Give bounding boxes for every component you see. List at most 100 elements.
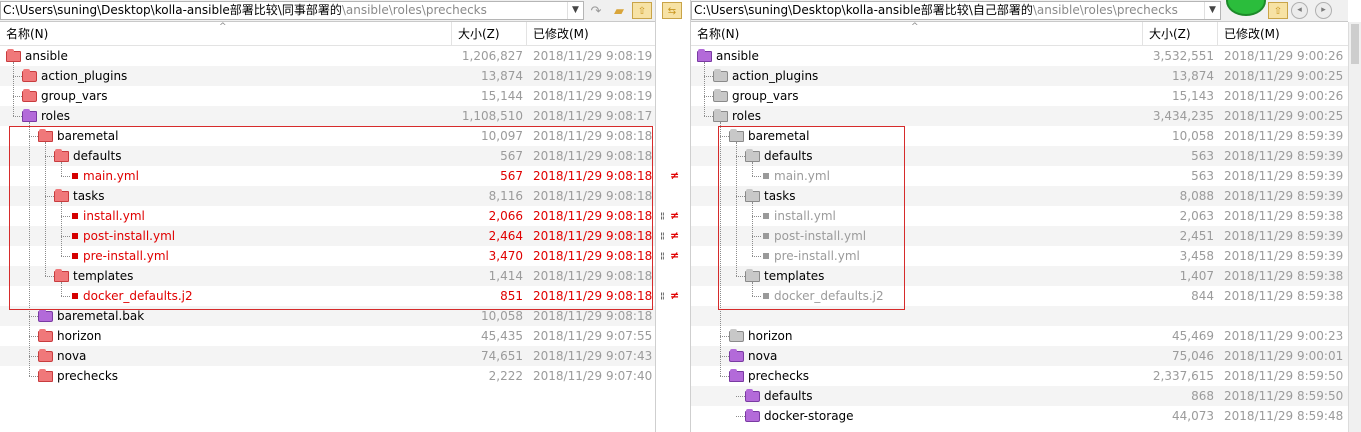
item-name-text: main.yml	[83, 169, 139, 183]
item-size: 3,434,235	[1152, 109, 1214, 123]
left-path-prefix: C:\Users\suning\Desktop\kolla-ansible部署比…	[3, 3, 342, 17]
difference-marker[interactable]: ¦¦ ≠	[656, 286, 690, 306]
file-row[interactable]: post-install.yml 2,451 2018/11/29 8:59:39	[691, 226, 1348, 246]
column-size[interactable]: 大小(Z)	[1143, 22, 1218, 46]
folder-row[interactable]: tasks 8,088 2018/11/29 8:59:39	[691, 186, 1348, 206]
folder-row[interactable]: prechecks 2,337,615 2018/11/29 8:59:50	[691, 366, 1348, 386]
item-size: 1,108,510	[461, 109, 523, 123]
folder-row[interactable]: defaults 563 2018/11/29 8:59:39	[691, 146, 1348, 166]
file-row[interactable]: docker_defaults.j2 844 2018/11/29 8:59:38	[691, 286, 1348, 306]
folder-open-icon	[729, 128, 744, 142]
column-modified[interactable]: 已修改(M)	[1218, 22, 1348, 46]
file-row[interactable]: install.yml 2,063 2018/11/29 8:59:38	[691, 206, 1348, 226]
item-name: docker_defaults.j2	[70, 286, 193, 306]
item-modified-date: 2018/11/29 9:08:18	[533, 209, 653, 223]
folder-up-icon[interactable]: ⇧	[632, 2, 652, 19]
right-folder-pane[interactable]: C:\Users\suning\Desktop\kolla-ansible部署比…	[691, 0, 1348, 432]
tree-connector	[29, 356, 38, 357]
file-icon	[763, 173, 769, 179]
chevron-down-icon[interactable]: ▼	[567, 2, 583, 19]
back-icon[interactable]: ◂	[1291, 2, 1308, 19]
folder-row[interactable]: group_vars 15,144 2018/11/29 9:08:19	[0, 86, 655, 106]
vertical-scrollbar[interactable]	[1348, 22, 1361, 432]
not-equal-icon: ≠	[670, 169, 680, 182]
file-row[interactable]: main.yml 563 2018/11/29 8:59:39	[691, 166, 1348, 186]
difference-marker[interactable]: ¦¦ ≠	[656, 206, 690, 226]
item-name: templates	[745, 266, 824, 286]
item-name-text: roles	[732, 109, 761, 123]
item-size: 10,097	[481, 129, 523, 143]
column-modified[interactable]: 已修改(M)	[527, 22, 655, 46]
column-size[interactable]: 大小(Z)	[452, 22, 527, 46]
folder-row[interactable]: ansible 1,206,827 2018/11/29 9:08:19	[0, 46, 655, 66]
item-modified-date: 2018/11/29 9:00:26	[1224, 49, 1344, 63]
item-modified-date: 2018/11/29 9:08:18	[533, 249, 653, 263]
file-row[interactable]: post-install.yml 2,464 2018/11/29 9:08:18	[0, 226, 655, 246]
item-name: horizon	[38, 326, 101, 346]
tree-connector	[61, 202, 62, 256]
folder-row[interactable]: baremetal 10,097 2018/11/29 9:08:18	[0, 126, 655, 146]
file-row[interactable]: main.yml 567 2018/11/29 9:08:18	[0, 166, 655, 186]
open-folder-icon[interactable]: ▰	[609, 2, 629, 19]
scrollbar-thumb[interactable]	[1351, 24, 1359, 64]
sync-arrow-icon[interactable]: ↷	[586, 2, 606, 19]
folder-icon	[38, 348, 53, 362]
file-row[interactable]: pre-install.yml 3,458 2018/11/29 8:59:39	[691, 246, 1348, 266]
item-name: group_vars	[22, 86, 108, 106]
left-path-bar: C:\Users\suning\Desktop\kolla-ansible部署比…	[0, 0, 655, 22]
forward-icon[interactable]: ▸	[1315, 2, 1332, 19]
folder-row[interactable]: action_plugins 13,874 2018/11/29 9:00:25	[691, 66, 1348, 86]
folder-row[interactable]: nova 74,651 2018/11/29 9:07:43	[0, 346, 655, 366]
file-icon	[72, 293, 78, 299]
folder-row[interactable]: ansible 3,532,551 2018/11/29 9:00:26	[691, 46, 1348, 66]
difference-marker[interactable]: ¦¦ ≠	[656, 246, 690, 266]
swap-panes-icon[interactable]: ⇆	[662, 2, 682, 19]
folder-row[interactable]: horizon 45,469 2018/11/29 9:00:23	[691, 326, 1348, 346]
folder-row[interactable]: defaults 567 2018/11/29 9:08:18	[0, 146, 655, 166]
folder-row[interactable]: roles 3,434,235 2018/11/29 9:00:25	[691, 106, 1348, 126]
folder-row[interactable]: defaults 868 2018/11/29 8:59:50	[691, 386, 1348, 406]
item-name: pre-install.yml	[70, 246, 169, 266]
item-size: 8,116	[488, 189, 523, 203]
folder-row[interactable]: templates 1,407 2018/11/29 8:59:38	[691, 266, 1348, 286]
compare-gutter: ⇆ ≠ ¦¦ ≠ ¦¦ ≠ ¦¦ ≠ ¦¦ ≠	[655, 0, 691, 432]
folder-row[interactable]: templates 1,414 2018/11/29 9:08:18	[0, 266, 655, 286]
folder-row[interactable]: baremetal.bak 10,058 2018/11/29 9:08:18	[0, 306, 655, 326]
folder-row[interactable]: group_vars 15,143 2018/11/29 9:00:26	[691, 86, 1348, 106]
difference-marker[interactable]: ¦¦ ≠	[656, 226, 690, 246]
item-name-text: horizon	[748, 329, 793, 343]
left-folder-pane[interactable]: C:\Users\suning\Desktop\kolla-ansible部署比…	[0, 0, 655, 432]
folder-row[interactable]: tasks 8,116 2018/11/29 9:08:18	[0, 186, 655, 206]
left-path-input[interactable]: C:\Users\suning\Desktop\kolla-ansible部署比…	[0, 1, 584, 20]
item-modified-date: 2018/11/29 9:08:18	[533, 169, 653, 183]
folder-up-icon[interactable]: ⇧	[1268, 2, 1288, 19]
left-file-list: ansible 1,206,827 2018/11/29 9:08:19 action…	[0, 46, 655, 432]
item-name: action_plugins	[22, 66, 127, 86]
tree-connector	[752, 282, 753, 296]
folder-row[interactable]: baremetal 10,058 2018/11/29 8:59:39	[691, 126, 1348, 146]
tree-connector	[45, 276, 54, 277]
file-row[interactable]: pre-install.yml 3,470 2018/11/29 9:08:18	[0, 246, 655, 266]
tree-connector	[720, 356, 729, 357]
item-name-text: templates	[73, 269, 134, 283]
folder-row[interactable]: horizon 45,435 2018/11/29 9:07:55	[0, 326, 655, 346]
item-name-text: baremetal	[57, 129, 119, 143]
item-modified-date: 2018/11/29 9:00:23	[1224, 329, 1344, 343]
item-name-text: defaults	[764, 149, 813, 163]
right-path-input[interactable]: C:\Users\suning\Desktop\kolla-ansible部署比…	[691, 1, 1221, 20]
folder-open-icon	[6, 48, 21, 62]
folder-row[interactable]	[691, 306, 1348, 326]
chevron-down-icon[interactable]: ▼	[1204, 2, 1220, 19]
item-name-text: prechecks	[748, 369, 810, 383]
folder-row[interactable]: docker-storage 44,073 2018/11/29 8:59:48	[691, 406, 1348, 426]
folder-open-icon	[697, 48, 712, 62]
item-size: 844	[1191, 289, 1214, 303]
file-row[interactable]: docker_defaults.j2 851 2018/11/29 9:08:18	[0, 286, 655, 306]
difference-marker[interactable]: ≠	[656, 166, 690, 186]
folder-row[interactable]: prechecks 2,222 2018/11/29 9:07:40	[0, 366, 655, 386]
folder-row[interactable]: roles 1,108,510 2018/11/29 9:08:17	[0, 106, 655, 126]
item-name-text: docker-storage	[764, 409, 854, 423]
folder-row[interactable]: nova 75,046 2018/11/29 9:00:01	[691, 346, 1348, 366]
file-row[interactable]: install.yml 2,066 2018/11/29 9:08:18	[0, 206, 655, 226]
folder-row[interactable]: action_plugins 13,874 2018/11/29 9:08:19	[0, 66, 655, 86]
